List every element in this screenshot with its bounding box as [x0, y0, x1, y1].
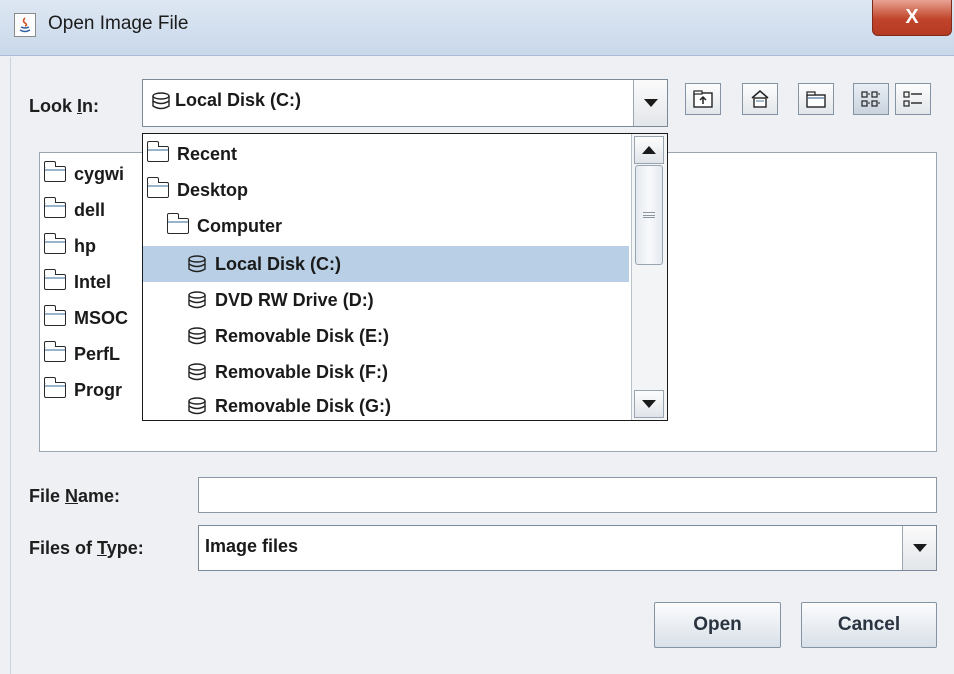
- dropdown-item-removable-disk-e[interactable]: Removable Disk (E:): [143, 318, 629, 354]
- disk-icon: [188, 291, 206, 309]
- scroll-down-button[interactable]: [634, 390, 664, 418]
- list-item[interactable]: Progr: [43, 373, 122, 407]
- chevron-down-icon: [642, 400, 656, 408]
- disk-icon: [188, 397, 206, 415]
- dialog-content: Look In: Local Disk (C:) cygwi dell hp I…: [10, 57, 954, 674]
- open-button[interactable]: Open: [654, 602, 781, 648]
- cancel-button[interactable]: Cancel: [801, 602, 937, 648]
- dropdown-item-removable-disk-f[interactable]: Removable Disk (F:): [143, 354, 629, 390]
- list-item[interactable]: MSOC: [43, 301, 128, 335]
- scroll-thumb[interactable]: [635, 165, 663, 265]
- up-one-level-button[interactable]: [685, 83, 721, 115]
- list-item[interactable]: hp: [43, 229, 96, 263]
- list-view-button[interactable]: [853, 83, 889, 115]
- look-in-value: Local Disk (C:): [175, 90, 302, 110]
- folder-icon: [43, 377, 66, 398]
- list-view-icon: [861, 91, 880, 107]
- up-one-level-icon: [693, 90, 713, 108]
- dropdown-item-removable-disk-g[interactable]: Removable Disk (G:): [143, 388, 629, 424]
- chevron-down-icon: [912, 544, 927, 552]
- folder-icon: [43, 269, 66, 290]
- look-in-combo[interactable]: Local Disk (C:): [142, 79, 668, 127]
- dropdown-scrollbar[interactable]: [631, 134, 667, 420]
- disk-icon: [188, 255, 206, 273]
- close-button[interactable]: X: [872, 0, 952, 36]
- disk-icon: [151, 92, 171, 115]
- list-item[interactable]: cygwi: [43, 157, 124, 191]
- list-item[interactable]: PerfL: [43, 337, 120, 371]
- file-name-label: File Name:: [29, 486, 121, 506]
- dropdown-item-computer[interactable]: Computer: [143, 208, 629, 244]
- details-view-button[interactable]: [895, 83, 931, 115]
- look-in-label: Look In:: [29, 96, 100, 116]
- chevron-up-icon: [642, 146, 656, 154]
- folder-icon: [166, 213, 189, 234]
- grip-icon: [643, 212, 655, 218]
- files-of-type-value: Image files: [205, 536, 299, 556]
- file-name-field[interactable]: [198, 477, 937, 513]
- scroll-up-button[interactable]: [634, 136, 664, 164]
- files-of-type-combo[interactable]: Image files: [198, 525, 937, 571]
- folder-icon: [43, 305, 66, 326]
- window-title: Open Image File: [48, 13, 189, 34]
- files-of-type-dropdown-arrow[interactable]: [902, 526, 936, 570]
- look-in-dropdown-arrow[interactable]: [633, 80, 667, 126]
- dropdown-item-local-disk-c[interactable]: Local Disk (C:): [143, 246, 629, 282]
- java-app-icon: [14, 13, 36, 37]
- close-icon: X: [905, 6, 919, 28]
- list-item[interactable]: dell: [43, 193, 105, 227]
- title-bar: Open Image File X: [0, 0, 954, 56]
- home-button[interactable]: [742, 83, 778, 115]
- dropdown-item-dvd-rw-drive-d[interactable]: DVD RW Drive (D:): [143, 282, 629, 318]
- new-folder-button[interactable]: [798, 83, 834, 115]
- folder-icon: [43, 341, 66, 362]
- list-item[interactable]: Intel: [43, 265, 111, 299]
- disk-icon: [188, 363, 206, 381]
- disk-icon: [188, 327, 206, 345]
- files-of-type-label: Files of Type:: [29, 538, 144, 558]
- new-folder-icon: [806, 91, 826, 108]
- dropdown-item-recent[interactable]: Recent: [143, 136, 629, 172]
- folder-icon: [146, 177, 169, 198]
- open-image-file-dialog: Open Image File X Look In: Local Disk (C…: [0, 0, 954, 674]
- folder-icon: [146, 141, 169, 162]
- folder-icon: [43, 197, 66, 218]
- details-view-icon: [903, 91, 922, 107]
- home-icon: [751, 90, 769, 108]
- folder-icon: [43, 233, 66, 254]
- folder-icon: [43, 161, 66, 182]
- dropdown-item-desktop[interactable]: Desktop: [143, 172, 629, 208]
- look-in-dropdown-list[interactable]: Recent Desktop Computer Local Disk (C:) …: [142, 133, 668, 421]
- chevron-down-icon: [643, 99, 658, 107]
